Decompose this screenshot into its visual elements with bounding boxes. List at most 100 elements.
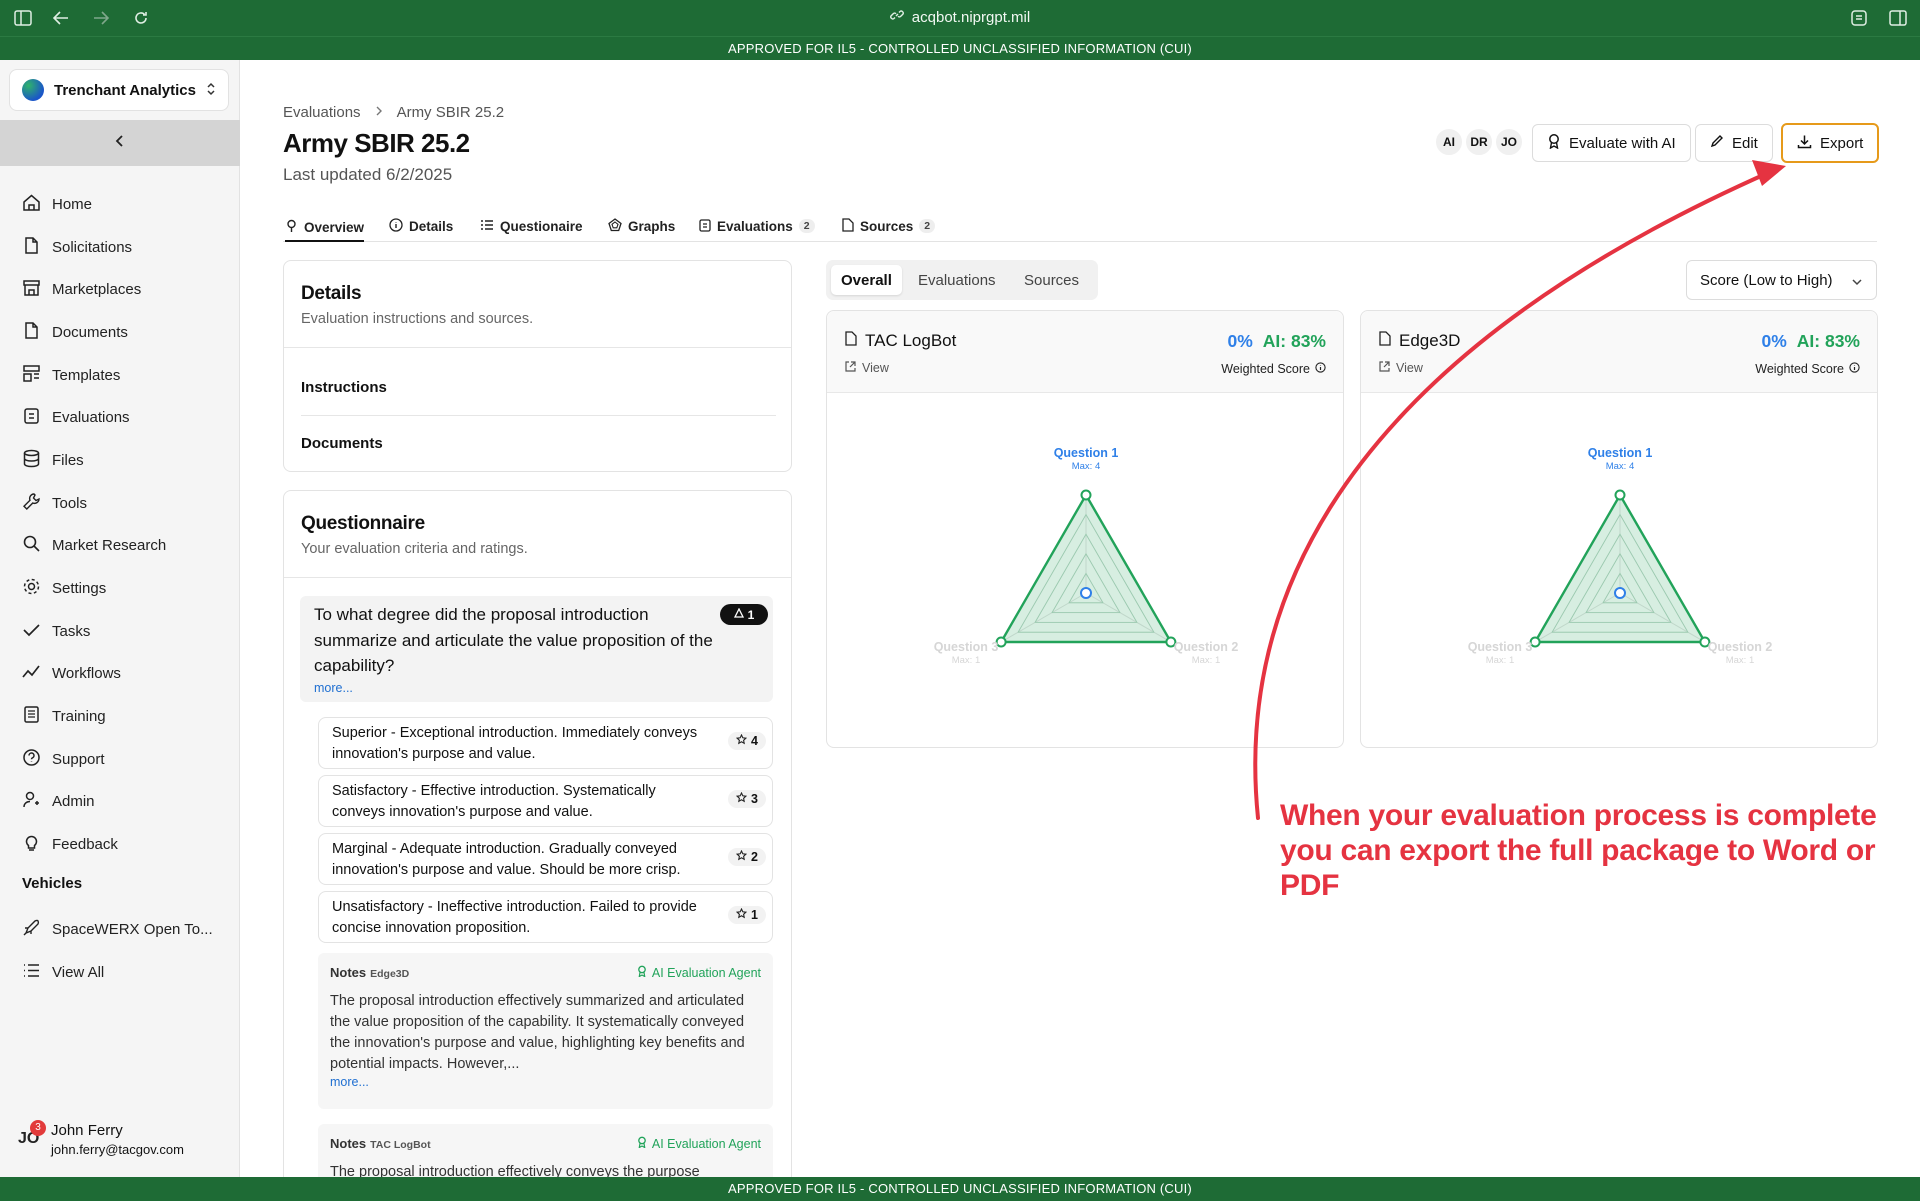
- sidebar-item-documents[interactable]: Documents: [0, 311, 240, 354]
- sidebar-item-marketplaces[interactable]: Marketplaces: [0, 268, 240, 311]
- sidebar-item-home[interactable]: Home: [0, 183, 240, 226]
- radar-axis-label: Question 3: [1468, 640, 1533, 654]
- tab-evaluations[interactable]: Evaluations 2: [699, 214, 815, 238]
- browser-toolbar: acqbot.niprgpt.mil: [0, 0, 1920, 36]
- url-text: acqbot.niprgpt.mil: [911, 8, 1031, 26]
- export-button[interactable]: Export: [1781, 123, 1880, 163]
- sidebar-item-evaluations[interactable]: Evaluations: [0, 396, 240, 439]
- collaborator-avatars: AI DR JO: [1435, 128, 1523, 156]
- sidebar-item-feedback[interactable]: Feedback: [0, 823, 240, 866]
- evaluate-with-ai-button[interactable]: Evaluate with AI: [1532, 124, 1691, 162]
- radar-axis-label: Question 2: [1708, 640, 1773, 654]
- segment-sources[interactable]: Sources: [1014, 265, 1089, 295]
- sidebar-item-tasks[interactable]: Tasks: [0, 610, 240, 653]
- sidebar-item-support[interactable]: Support: [0, 738, 240, 781]
- rating-score: 2: [728, 848, 766, 866]
- split-view-icon[interactable]: [1887, 7, 1909, 29]
- page-title: Army SBIR 25.2: [283, 128, 470, 158]
- list-checks-icon: [480, 219, 494, 234]
- external-link-icon: [845, 361, 856, 375]
- rating-option[interactable]: Marginal - Adequate introduction. Gradua…: [318, 833, 773, 885]
- reader-icon[interactable]: [1848, 7, 1870, 29]
- chevrons-updown-icon: [206, 82, 216, 99]
- sidebar-item-tools[interactable]: Tools: [0, 482, 240, 525]
- sidebar-item-workflows[interactable]: Workflows: [0, 653, 240, 696]
- rating-option[interactable]: Superior - Exceptional introduction. Imm…: [318, 717, 773, 769]
- badge-value: 1: [747, 607, 755, 622]
- more-link[interactable]: more...: [314, 681, 353, 695]
- sidebar-item-templates[interactable]: Templates: [0, 354, 240, 397]
- sidebar-item-spacewerx-open-to[interactable]: SpaceWERX Open To...: [0, 908, 240, 951]
- tab-overview[interactable]: Overview: [285, 214, 365, 242]
- rating-score: 1: [728, 906, 766, 924]
- sidebar-item-admin[interactable]: Admin: [0, 781, 240, 824]
- sidebar-item-solicitations[interactable]: Solicitations: [0, 226, 240, 269]
- clipboard-icon: [22, 406, 41, 429]
- rating-option[interactable]: Satisfactory - Effective introduction. S…: [318, 775, 773, 827]
- sidebar-item-label: Marketplaces: [52, 281, 142, 299]
- chevron-down-icon: [1851, 273, 1863, 290]
- rating-option[interactable]: Unsatisfactory - Ineffective introductio…: [318, 891, 773, 943]
- breadcrumb-evaluations[interactable]: Evaluations: [283, 104, 361, 121]
- info-icon[interactable]: [1849, 362, 1860, 376]
- tab-sources[interactable]: Sources 2: [842, 214, 936, 238]
- sidebar-item-training[interactable]: Training: [0, 695, 240, 738]
- address-bar[interactable]: acqbot.niprgpt.mil: [0, 8, 1920, 26]
- evaluation-card: Edge3D View 0% AI: 83% Weighted Score Que…: [1360, 310, 1878, 748]
- sidebar-item-label: Evaluations: [52, 409, 130, 427]
- user-profile[interactable]: JO 3 John Ferry john.ferry@tacgov.com: [18, 1120, 233, 1160]
- org-switcher[interactable]: Trenchant Analytics: [9, 69, 229, 111]
- sidebar-item-market-research[interactable]: Market Research: [0, 525, 240, 568]
- evaluation-title: TAC LogBot: [865, 331, 957, 350]
- notification-badge: 3: [30, 1120, 46, 1136]
- avatar[interactable]: DR: [1465, 128, 1493, 156]
- view-link[interactable]: View: [845, 361, 889, 375]
- radar-icon: [608, 217, 622, 235]
- segment-overall[interactable]: Overall: [831, 265, 902, 295]
- segment-evaluations[interactable]: Evaluations: [908, 265, 1006, 295]
- rating-option-text: Satisfactory - Effective introduction. S…: [332, 783, 656, 820]
- avatar[interactable]: JO: [1495, 128, 1523, 156]
- sidebar-item-settings[interactable]: Settings: [0, 567, 240, 610]
- star-icon: [736, 849, 748, 864]
- annotation-text: When your evaluation process is complete…: [1280, 799, 1877, 902]
- rating-option-text: Superior - Exceptional introduction. Imm…: [332, 725, 698, 762]
- search-icon: [22, 534, 41, 557]
- weighted-label: Weighted Score: [1755, 362, 1844, 376]
- more-link[interactable]: more...: [330, 1075, 369, 1089]
- sidebar-collapse-button[interactable]: [0, 120, 240, 166]
- help-icon: [22, 748, 41, 771]
- sidebar-item-label: Documents: [52, 323, 128, 341]
- tab-questionaire[interactable]: Questionaire: [480, 214, 583, 238]
- radar-axis-max-label: Max: 1: [1192, 655, 1221, 666]
- avatar[interactable]: AI: [1435, 128, 1463, 156]
- rating-score-value: 1: [751, 908, 758, 922]
- view-segmented-control: Overall Evaluations Sources: [826, 260, 1098, 300]
- weighted-score-value: 0%: [1761, 331, 1787, 351]
- wrench-icon: [22, 492, 41, 515]
- tab-graphs[interactable]: Graphs: [608, 214, 675, 238]
- sidebar-item-label: Tasks: [52, 622, 91, 640]
- sidebar-item-view-all[interactable]: View All: [0, 951, 240, 994]
- templates-icon: [22, 364, 41, 387]
- view-link[interactable]: View: [1379, 361, 1423, 375]
- vehicles-heading: Vehicles: [22, 875, 83, 892]
- edit-button[interactable]: Edit: [1695, 124, 1773, 162]
- sidebar-item-label: Training: [52, 708, 106, 726]
- documents-row[interactable]: Documents: [301, 435, 383, 452]
- instructions-row[interactable]: Instructions: [301, 379, 387, 396]
- sidebar-item-label: Home: [52, 195, 93, 213]
- sidebar-item-files[interactable]: Files: [0, 439, 240, 482]
- last-updated: Last updated 6/2/2025: [283, 165, 453, 184]
- radar-chart: Question 1Max: 4Question 2Max: 1Question…: [1468, 446, 1773, 666]
- classification-banner-bottom: APPROVED FOR IL5 - CONTROLLED UNCLASSIFI…: [0, 1177, 1920, 1201]
- evaluation-title: Edge3D: [1399, 331, 1461, 350]
- info-icon[interactable]: [1315, 362, 1326, 376]
- sort-select[interactable]: Score (Low to High): [1686, 260, 1877, 300]
- sidebar-item-label: Files: [52, 451, 84, 469]
- rating-option-text: Marginal - Adequate introduction. Gradua…: [332, 841, 681, 878]
- weighted-score-label: Weighted Score: [1755, 362, 1860, 376]
- view-label: View: [1396, 361, 1423, 375]
- tab-details[interactable]: Details: [389, 214, 453, 238]
- breadcrumb-current: Army SBIR 25.2: [396, 104, 505, 121]
